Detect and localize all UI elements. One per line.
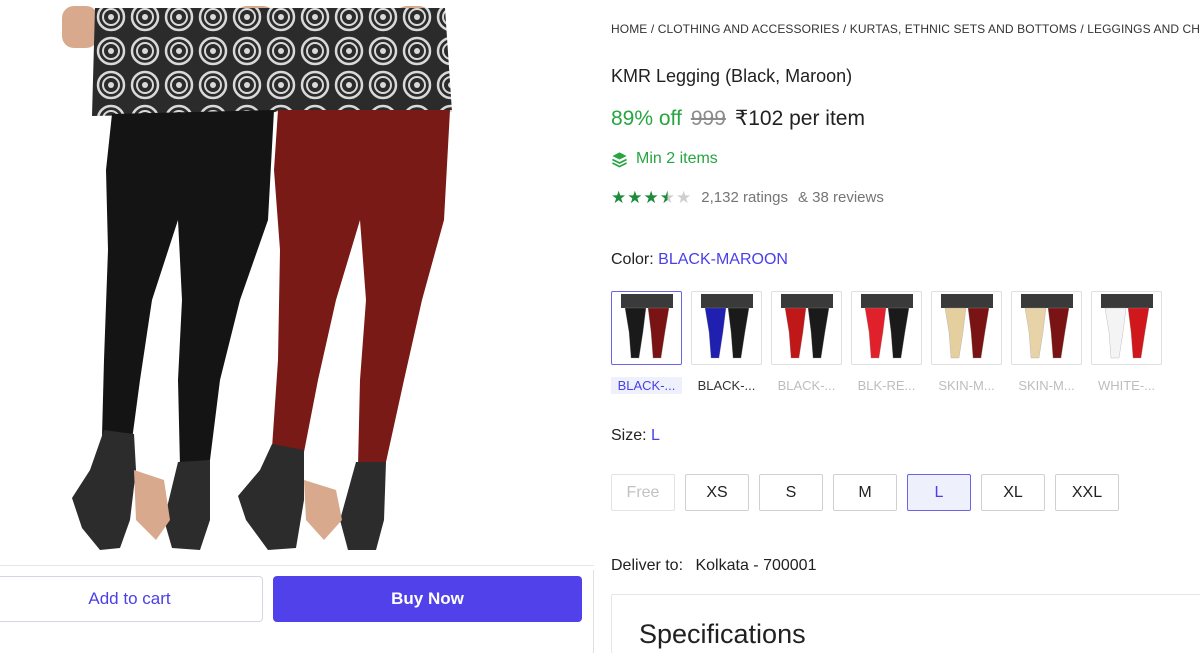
breadcrumb[interactable]: HOME / CLOTHING AND ACCESSORIES / KURTAS… [611,22,1200,36]
image-divider [0,565,594,566]
reviews-count[interactable]: & 38 reviews [798,189,884,206]
swatch-label: SKIN-M... [938,378,995,393]
star-icon: ★ [627,188,643,207]
swatch-thumbnail [1091,291,1162,365]
size-selected-value: L [651,427,660,444]
color-swatch[interactable]: WHITE-... [1091,291,1162,394]
product-page: Add to cart Buy Now HOME / CLOTHING AND … [0,0,1200,653]
swatch-thumbnail [851,291,922,365]
buy-now-button[interactable]: Buy Now [273,576,582,622]
swatch-image [620,294,673,359]
swatch-label: BLK-RE... [857,378,916,393]
specifications-card: Specifications [611,594,1200,653]
swatch-label: WHITE-... [1097,378,1156,393]
rating-row[interactable]: ★ ★ ★ ★ ★ 2,132 ratings & 38 reviews [611,189,884,206]
swatch-thumbnail [771,291,842,365]
color-swatch[interactable]: BLACK-... [771,291,842,394]
color-swatches: BLACK-... BLACK-... BLACK-... BLK-RE... SKIN… [611,291,1162,394]
min-items-text: Min 2 items [636,150,718,167]
swatch-image [860,294,913,359]
deliver-location[interactable]: Kolkata - 700001 [695,557,816,574]
swatch-thumbnail [691,291,762,365]
star-icon: ★ [611,188,627,207]
size-option-xl[interactable]: XL [981,474,1045,511]
image-column: Add to cart Buy Now [0,0,594,653]
color-selected-value: BLACK-MAROON [658,251,788,268]
star-half-icon: ★ [659,188,675,207]
swatch-image [1100,294,1153,359]
color-swatch[interactable]: BLACK-... [691,291,762,394]
discount-label: 89% off [611,107,682,130]
star-rating: ★ ★ ★ ★ ★ [611,189,691,206]
delivery-row[interactable]: Deliver to: Kolkata - 700001 [611,557,816,575]
price-row: 89% off 999 ₹102 per item [611,106,865,131]
product-image[interactable] [60,0,460,562]
deliver-label: Deliver to: [611,557,684,574]
size-label-text: Size: [611,427,647,444]
color-label: Color: BLACK-MAROON [611,251,788,269]
layers-icon [612,151,627,168]
color-swatch[interactable]: BLK-RE... [851,291,922,394]
size-option-s[interactable]: S [759,474,823,511]
breadcrumb-text[interactable]: HOME / CLOTHING AND ACCESSORIES / KURTAS… [611,22,1200,36]
min-items-badge: Min 2 items [611,150,718,168]
swatch-image [700,294,753,359]
star-empty-icon: ★ [676,188,692,207]
size-options: Free XS S M L XL XXL [611,474,1119,511]
selling-price: ₹102 per item [734,107,865,130]
specifications-title: Specifications [639,619,806,649]
color-swatch[interactable]: BLACK-... [611,291,682,394]
mrp-price: 999 [690,107,726,130]
color-label-text: Color: [611,251,654,268]
column-divider [593,570,594,653]
add-to-cart-button[interactable]: Add to cart [0,576,263,622]
star-icon: ★ [643,188,659,207]
swatch-label: BLACK-... [697,378,756,393]
swatch-label: BLACK-... [611,377,682,394]
size-label: Size: L [611,427,660,445]
product-title: KMR Legging (Black, Maroon) [611,66,853,86]
size-option-xxl[interactable]: XXL [1055,474,1119,511]
product-details: HOME / CLOTHING AND ACCESSORIES / KURTAS… [611,0,1200,653]
swatch-label: SKIN-M... [1018,378,1075,393]
swatch-image [1020,294,1073,359]
ratings-count[interactable]: 2,132 ratings [701,189,788,206]
size-option-xs[interactable]: XS [685,474,749,511]
swatch-thumbnail [611,291,682,365]
swatch-image [940,294,993,359]
swatch-thumbnail [931,291,1002,365]
size-option-m[interactable]: M [833,474,897,511]
size-option-l[interactable]: L [907,474,971,511]
swatch-image [780,294,833,359]
color-swatch[interactable]: SKIN-M... [931,291,1002,394]
color-swatch[interactable]: SKIN-M... [1011,291,1082,394]
swatch-label: BLACK-... [777,378,836,393]
size-option-free: Free [611,474,675,511]
swatch-thumbnail [1011,291,1082,365]
